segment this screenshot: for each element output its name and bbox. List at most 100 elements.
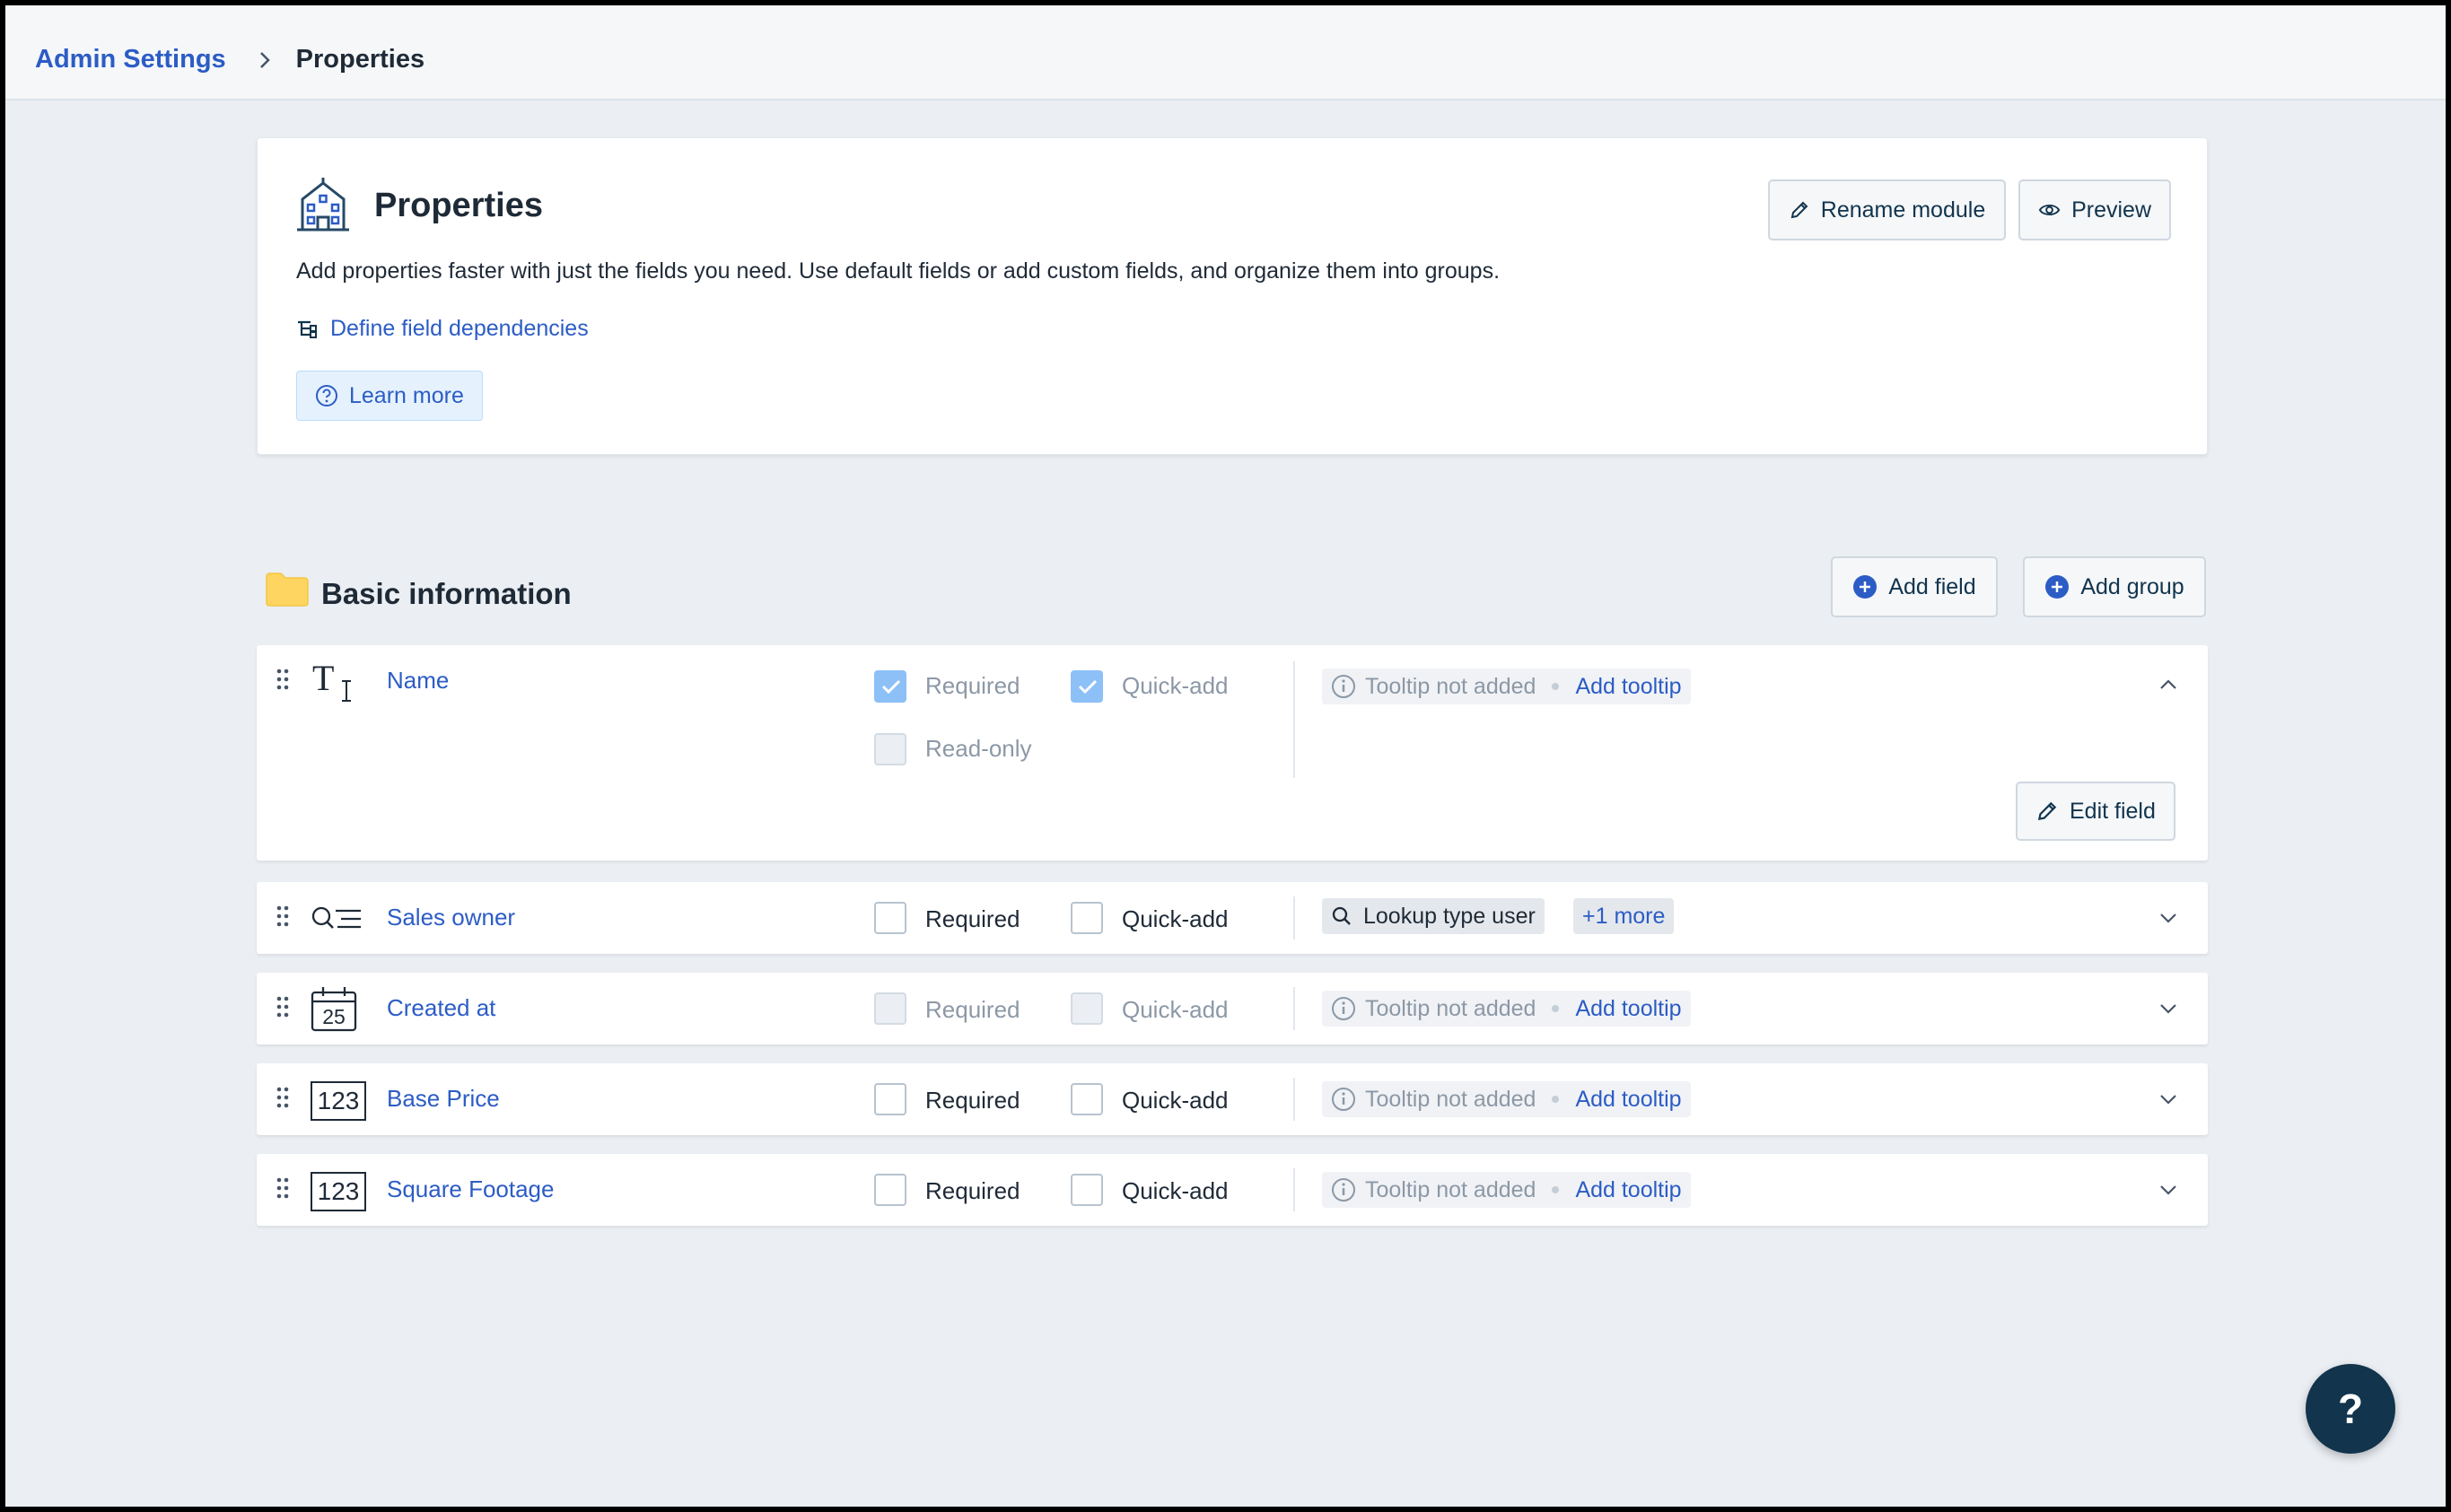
info-icon	[1332, 997, 1355, 1020]
quick-add-label: Quick-add	[1122, 996, 1229, 1023]
add-tooltip-link[interactable]: Add tooltip	[1575, 1177, 1681, 1203]
app-screen: Admin Settings Properties Properties Add…	[5, 5, 2446, 1507]
tooltip-status-text: Tooltip not added	[1365, 1176, 1536, 1202]
field-name[interactable]: Sales owner	[387, 904, 515, 931]
column-divider	[1293, 1168, 1295, 1211]
chevron-down-icon[interactable]	[2158, 1183, 2179, 1197]
chevron-up-icon[interactable]	[2158, 677, 2179, 692]
separator-dot	[1552, 1005, 1560, 1012]
field-row-sales-owner[interactable]: Sales owner Required Quick-add Lookup ty…	[257, 882, 2208, 954]
required-checkbox[interactable]	[874, 670, 906, 703]
tooltip-status-text: Tooltip not added	[1365, 1086, 1536, 1112]
eye-icon	[2038, 204, 2061, 216]
help-button[interactable]: ?	[2306, 1364, 2395, 1454]
required-label: Required	[925, 996, 1020, 1023]
plus-circle-icon	[2045, 575, 2070, 599]
field-name[interactable]: Base Price	[387, 1085, 500, 1113]
drag-handle-icon[interactable]	[276, 905, 289, 927]
number-field-icon: 123	[311, 1081, 366, 1121]
learn-more-button[interactable]: Learn more	[296, 371, 483, 421]
drag-handle-icon[interactable]	[276, 996, 289, 1018]
search-icon	[1332, 906, 1351, 925]
chevron-down-icon[interactable]	[2158, 911, 2179, 925]
add-group-button[interactable]: Add group	[2023, 556, 2206, 617]
required-checkbox[interactable]	[874, 1174, 906, 1206]
rename-module-button[interactable]: Rename module	[1768, 179, 2006, 240]
module-title: Properties	[374, 187, 543, 224]
preview-label: Preview	[2071, 197, 2151, 223]
required-label: Required	[925, 905, 1020, 932]
module-header-card: Properties Add properties faster with ju…	[257, 137, 2208, 455]
quick-add-checkbox[interactable]	[1071, 1174, 1103, 1206]
breadcrumb-admin-settings[interactable]: Admin Settings	[35, 45, 226, 74]
tooltip-status: Tooltip not added Add tooltip	[1322, 991, 1691, 1027]
field-row-square-footage[interactable]: 123 Square Footage Required Quick-add To…	[257, 1154, 2208, 1226]
dependency-tree-icon	[298, 320, 317, 338]
tooltip-status: Tooltip not added Add tooltip	[1322, 1081, 1691, 1117]
separator-dot	[1552, 683, 1560, 690]
info-icon	[1332, 1178, 1355, 1202]
column-divider	[1293, 1078, 1295, 1121]
quick-add-checkbox[interactable]	[1071, 670, 1103, 703]
column-divider	[1293, 987, 1295, 1030]
tooltip-status-text: Tooltip not added	[1365, 995, 1536, 1021]
add-group-label: Add group	[2080, 573, 2184, 599]
quick-add-checkbox[interactable]	[1071, 902, 1103, 934]
drag-handle-icon[interactable]	[276, 1087, 289, 1108]
pencil-icon	[2037, 801, 2057, 821]
drag-handle-icon[interactable]	[276, 669, 289, 690]
quick-add-checkbox[interactable]	[1071, 1083, 1103, 1115]
chevron-down-icon[interactable]	[2158, 1001, 2179, 1016]
plus-circle-icon	[1853, 575, 1878, 599]
quick-add-label: Quick-add	[1122, 672, 1229, 699]
preview-button[interactable]: Preview	[2018, 179, 2171, 240]
required-label: Required	[925, 1177, 1020, 1204]
more-badge[interactable]: +1 more	[1573, 898, 1675, 934]
add-tooltip-link[interactable]: Add tooltip	[1575, 674, 1681, 700]
building-icon	[297, 178, 349, 232]
date-field-icon: 25	[311, 985, 357, 1032]
lookup-type-badge: Lookup type user	[1322, 898, 1545, 934]
folder-icon	[266, 572, 309, 607]
rename-module-label: Rename module	[1820, 197, 1986, 223]
tooltip-status-text: Tooltip not added	[1365, 673, 1536, 699]
column-divider	[1293, 661, 1295, 778]
separator-dot	[1552, 1096, 1560, 1103]
define-dependencies-label: Define field dependencies	[330, 316, 589, 341]
field-row-created-at[interactable]: 25 Created at Required Quick-add Tooltip…	[257, 973, 2208, 1044]
chevron-down-icon[interactable]	[2158, 1092, 2179, 1106]
field-name[interactable]: Created at	[387, 994, 495, 1022]
read-only-checkbox[interactable]	[874, 733, 906, 765]
column-divider	[1293, 896, 1295, 940]
text-field-icon: T	[312, 658, 351, 702]
field-name[interactable]: Square Footage	[387, 1176, 554, 1203]
check-icon	[1078, 679, 1098, 695]
quick-add-checkbox[interactable]	[1071, 992, 1103, 1025]
help-circle-icon	[316, 385, 337, 406]
drag-handle-icon[interactable]	[276, 1177, 289, 1199]
tooltip-status: Tooltip not added Add tooltip	[1322, 1172, 1691, 1208]
learn-more-label: Learn more	[349, 382, 464, 408]
edit-field-button[interactable]: Edit field	[2016, 782, 2175, 841]
breadcrumb-current: Properties	[295, 45, 425, 74]
required-checkbox[interactable]	[874, 902, 906, 934]
field-row-name[interactable]: T Name Required Quick-add Read-only Tool…	[257, 645, 2208, 861]
required-label: Required	[925, 672, 1020, 699]
define-dependencies-link[interactable]: Define field dependencies	[296, 316, 589, 342]
quick-add-label: Quick-add	[1122, 1087, 1229, 1114]
required-checkbox[interactable]	[874, 992, 906, 1025]
add-tooltip-link[interactable]: Add tooltip	[1575, 996, 1681, 1022]
field-name[interactable]: Name	[387, 667, 449, 695]
pencil-icon	[1790, 201, 1808, 219]
field-row-base-price[interactable]: 123 Base Price Required Quick-add Toolti…	[257, 1063, 2208, 1135]
tooltip-status: Tooltip not added Add tooltip	[1322, 669, 1691, 704]
lookup-type-text: Lookup type user	[1363, 903, 1536, 929]
add-field-button[interactable]: Add field	[1831, 556, 1998, 617]
required-label: Required	[925, 1087, 1020, 1114]
separator-dot	[1552, 1186, 1560, 1193]
breadcrumb: Admin Settings Properties	[35, 45, 425, 74]
section-title: Basic information	[321, 577, 572, 610]
required-checkbox[interactable]	[874, 1083, 906, 1115]
add-tooltip-link[interactable]: Add tooltip	[1575, 1087, 1681, 1113]
module-description: Add properties faster with just the fiel…	[296, 258, 1501, 284]
